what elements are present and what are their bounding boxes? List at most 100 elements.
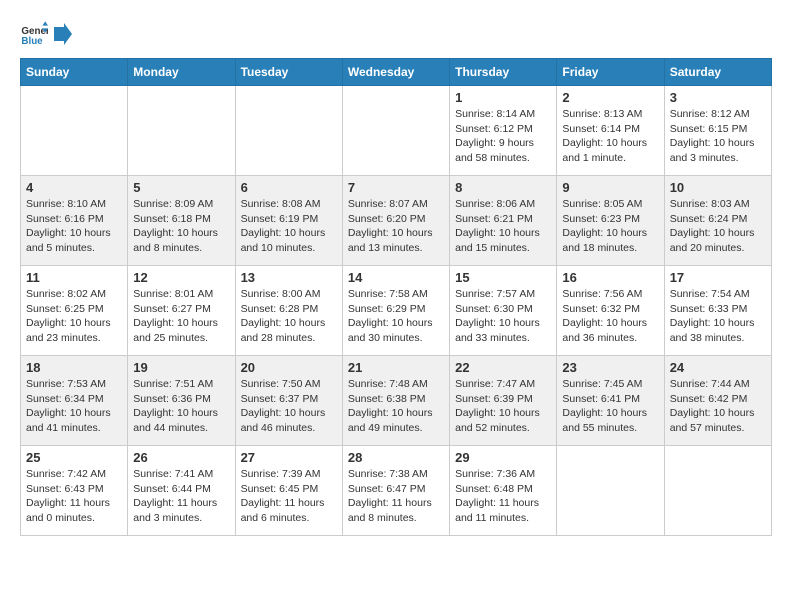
calendar-cell: 2 Sunrise: 8:13 AM Sunset: 6:14 PM Daylig…	[557, 86, 664, 176]
date-number: 10	[670, 180, 766, 195]
calendar-cell	[235, 86, 342, 176]
date-number: 17	[670, 270, 766, 285]
calendar-cell: 11Sunrise: 8:02 AM Sunset: 6:25 PM Dayli…	[21, 266, 128, 356]
calendar-cell: 10 Sunrise: 8:03 AM Sunset: 6:24 PM Dayli…	[664, 176, 771, 266]
calendar-week-row: 4 Sunrise: 8:10 AM Sunset: 6:16 PM Daylig…	[21, 176, 772, 266]
cell-details: Sunrise: 7:42 AM Sunset: 6:43 PM Dayligh…	[26, 467, 122, 526]
calendar-cell: 1 Sunrise: 8:14 AM Sunset: 6:12 PM Daylig…	[450, 86, 557, 176]
calendar-cell: 6 Sunrise: 8:08 AM Sunset: 6:19 PM Daylig…	[235, 176, 342, 266]
calendar-cell: 19 Sunrise: 7:51 AM Sunset: 6:36 PM Dayli…	[128, 356, 235, 446]
date-number: 21	[348, 360, 444, 375]
logo-icon: General Blue	[20, 20, 48, 48]
calendar-cell	[557, 446, 664, 536]
calendar-cell	[664, 446, 771, 536]
cell-details: Sunrise: 8:10 AM Sunset: 6:16 PM Dayligh…	[26, 197, 122, 256]
date-number: 22	[455, 360, 551, 375]
calendar-cell: 29 Sunrise: 7:36 AM Sunset: 6:48 PM Dayli…	[450, 446, 557, 536]
calendar-cell: 26 Sunrise: 7:41 AM Sunset: 6:44 PM Dayli…	[128, 446, 235, 536]
date-number: 28	[348, 450, 444, 465]
cell-details: Sunrise: 8:07 AM Sunset: 6:20 PM Dayligh…	[348, 197, 444, 256]
calendar-header-row: SundayMondayTuesdayWednesdayThursdayFrid…	[21, 59, 772, 86]
date-number: 1	[455, 90, 551, 105]
cell-details: Sunrise: 8:08 AM Sunset: 6:19 PM Dayligh…	[241, 197, 337, 256]
calendar-cell	[342, 86, 449, 176]
date-number: 9	[562, 180, 658, 195]
date-number: 20	[241, 360, 337, 375]
date-number: 2	[562, 90, 658, 105]
calendar-week-row: 11Sunrise: 8:02 AM Sunset: 6:25 PM Dayli…	[21, 266, 772, 356]
calendar-cell: 20 Sunrise: 7:50 AM Sunset: 6:37 PM Dayli…	[235, 356, 342, 446]
calendar-cell: 22 Sunrise: 7:47 AM Sunset: 6:39 PM Dayli…	[450, 356, 557, 446]
cell-details: Sunrise: 7:44 AM Sunset: 6:42 PM Dayligh…	[670, 377, 766, 436]
date-number: 13	[241, 270, 337, 285]
svg-text:Blue: Blue	[21, 36, 43, 47]
date-number: 11	[26, 270, 122, 285]
calendar-cell: 25 Sunrise: 7:42 AM Sunset: 6:43 PM Dayli…	[21, 446, 128, 536]
calendar-cell: 15Sunrise: 7:57 AM Sunset: 6:30 PM Dayli…	[450, 266, 557, 356]
cell-details: Sunrise: 7:41 AM Sunset: 6:44 PM Dayligh…	[133, 467, 229, 526]
cell-details: Sunrise: 8:01 AM Sunset: 6:27 PM Dayligh…	[133, 287, 229, 346]
cell-details: Sunrise: 8:03 AM Sunset: 6:24 PM Dayligh…	[670, 197, 766, 256]
cell-details: Sunrise: 7:51 AM Sunset: 6:36 PM Dayligh…	[133, 377, 229, 436]
day-header-friday: Friday	[557, 59, 664, 86]
cell-details: Sunrise: 7:53 AM Sunset: 6:34 PM Dayligh…	[26, 377, 122, 436]
date-number: 19	[133, 360, 229, 375]
logo: General Blue	[20, 20, 73, 48]
logo-arrow-icon	[54, 23, 72, 45]
date-number: 24	[670, 360, 766, 375]
calendar-cell: 21 Sunrise: 7:48 AM Sunset: 6:38 PM Dayli…	[342, 356, 449, 446]
calendar-table: SundayMondayTuesdayWednesdayThursdayFrid…	[20, 58, 772, 536]
calendar-week-row: 25 Sunrise: 7:42 AM Sunset: 6:43 PM Dayli…	[21, 446, 772, 536]
header: General Blue	[20, 20, 772, 48]
day-header-tuesday: Tuesday	[235, 59, 342, 86]
cell-details: Sunrise: 7:50 AM Sunset: 6:37 PM Dayligh…	[241, 377, 337, 436]
cell-details: Sunrise: 8:12 AM Sunset: 6:15 PM Dayligh…	[670, 107, 766, 166]
date-number: 6	[241, 180, 337, 195]
date-number: 7	[348, 180, 444, 195]
calendar-week-row: 18 Sunrise: 7:53 AM Sunset: 6:34 PM Dayli…	[21, 356, 772, 446]
cell-details: Sunrise: 8:06 AM Sunset: 6:21 PM Dayligh…	[455, 197, 551, 256]
cell-details: Sunrise: 8:05 AM Sunset: 6:23 PM Dayligh…	[562, 197, 658, 256]
date-number: 27	[241, 450, 337, 465]
date-number: 25	[26, 450, 122, 465]
cell-details: Sunrise: 7:45 AM Sunset: 6:41 PM Dayligh…	[562, 377, 658, 436]
calendar-cell: 28Sunrise: 7:38 AM Sunset: 6:47 PM Dayli…	[342, 446, 449, 536]
day-header-monday: Monday	[128, 59, 235, 86]
cell-details: Sunrise: 7:58 AM Sunset: 6:29 PM Dayligh…	[348, 287, 444, 346]
cell-details: Sunrise: 8:14 AM Sunset: 6:12 PM Dayligh…	[455, 107, 551, 166]
calendar-cell: 14 Sunrise: 7:58 AM Sunset: 6:29 PM Dayli…	[342, 266, 449, 356]
cell-details: Sunrise: 8:13 AM Sunset: 6:14 PM Dayligh…	[562, 107, 658, 166]
cell-details: Sunrise: 7:36 AM Sunset: 6:48 PM Dayligh…	[455, 467, 551, 526]
calendar-cell: 18 Sunrise: 7:53 AM Sunset: 6:34 PM Dayli…	[21, 356, 128, 446]
calendar-cell: 3Sunrise: 8:12 AM Sunset: 6:15 PM Daylig…	[664, 86, 771, 176]
calendar-cell: 7 Sunrise: 8:07 AM Sunset: 6:20 PM Daylig…	[342, 176, 449, 266]
calendar-cell	[21, 86, 128, 176]
calendar-cell: 13 Sunrise: 8:00 AM Sunset: 6:28 PM Dayli…	[235, 266, 342, 356]
calendar-cell: 4 Sunrise: 8:10 AM Sunset: 6:16 PM Daylig…	[21, 176, 128, 266]
date-number: 12	[133, 270, 229, 285]
calendar-cell: 27 Sunrise: 7:39 AM Sunset: 6:45 PM Dayli…	[235, 446, 342, 536]
cell-details: Sunrise: 7:39 AM Sunset: 6:45 PM Dayligh…	[241, 467, 337, 526]
date-number: 18	[26, 360, 122, 375]
day-header-wednesday: Wednesday	[342, 59, 449, 86]
cell-details: Sunrise: 7:57 AM Sunset: 6:30 PM Dayligh…	[455, 287, 551, 346]
date-number: 4	[26, 180, 122, 195]
date-number: 23	[562, 360, 658, 375]
calendar-cell: 23 Sunrise: 7:45 AM Sunset: 6:41 PM Dayli…	[557, 356, 664, 446]
date-number: 29	[455, 450, 551, 465]
date-number: 5	[133, 180, 229, 195]
cell-details: Sunrise: 8:09 AM Sunset: 6:18 PM Dayligh…	[133, 197, 229, 256]
cell-details: Sunrise: 7:56 AM Sunset: 6:32 PM Dayligh…	[562, 287, 658, 346]
calendar-cell: 8Sunrise: 8:06 AM Sunset: 6:21 PM Daylig…	[450, 176, 557, 266]
calendar-cell: 24 Sunrise: 7:44 AM Sunset: 6:42 PM Dayli…	[664, 356, 771, 446]
calendar-cell: 5 Sunrise: 8:09 AM Sunset: 6:18 PM Daylig…	[128, 176, 235, 266]
calendar-cell: 9 Sunrise: 8:05 AM Sunset: 6:23 PM Daylig…	[557, 176, 664, 266]
cell-details: Sunrise: 7:48 AM Sunset: 6:38 PM Dayligh…	[348, 377, 444, 436]
calendar-cell	[128, 86, 235, 176]
cell-details: Sunrise: 8:00 AM Sunset: 6:28 PM Dayligh…	[241, 287, 337, 346]
date-number: 14	[348, 270, 444, 285]
date-number: 26	[133, 450, 229, 465]
date-number: 16	[562, 270, 658, 285]
calendar-cell: 17Sunrise: 7:54 AM Sunset: 6:33 PM Dayli…	[664, 266, 771, 356]
cell-details: Sunrise: 7:47 AM Sunset: 6:39 PM Dayligh…	[455, 377, 551, 436]
